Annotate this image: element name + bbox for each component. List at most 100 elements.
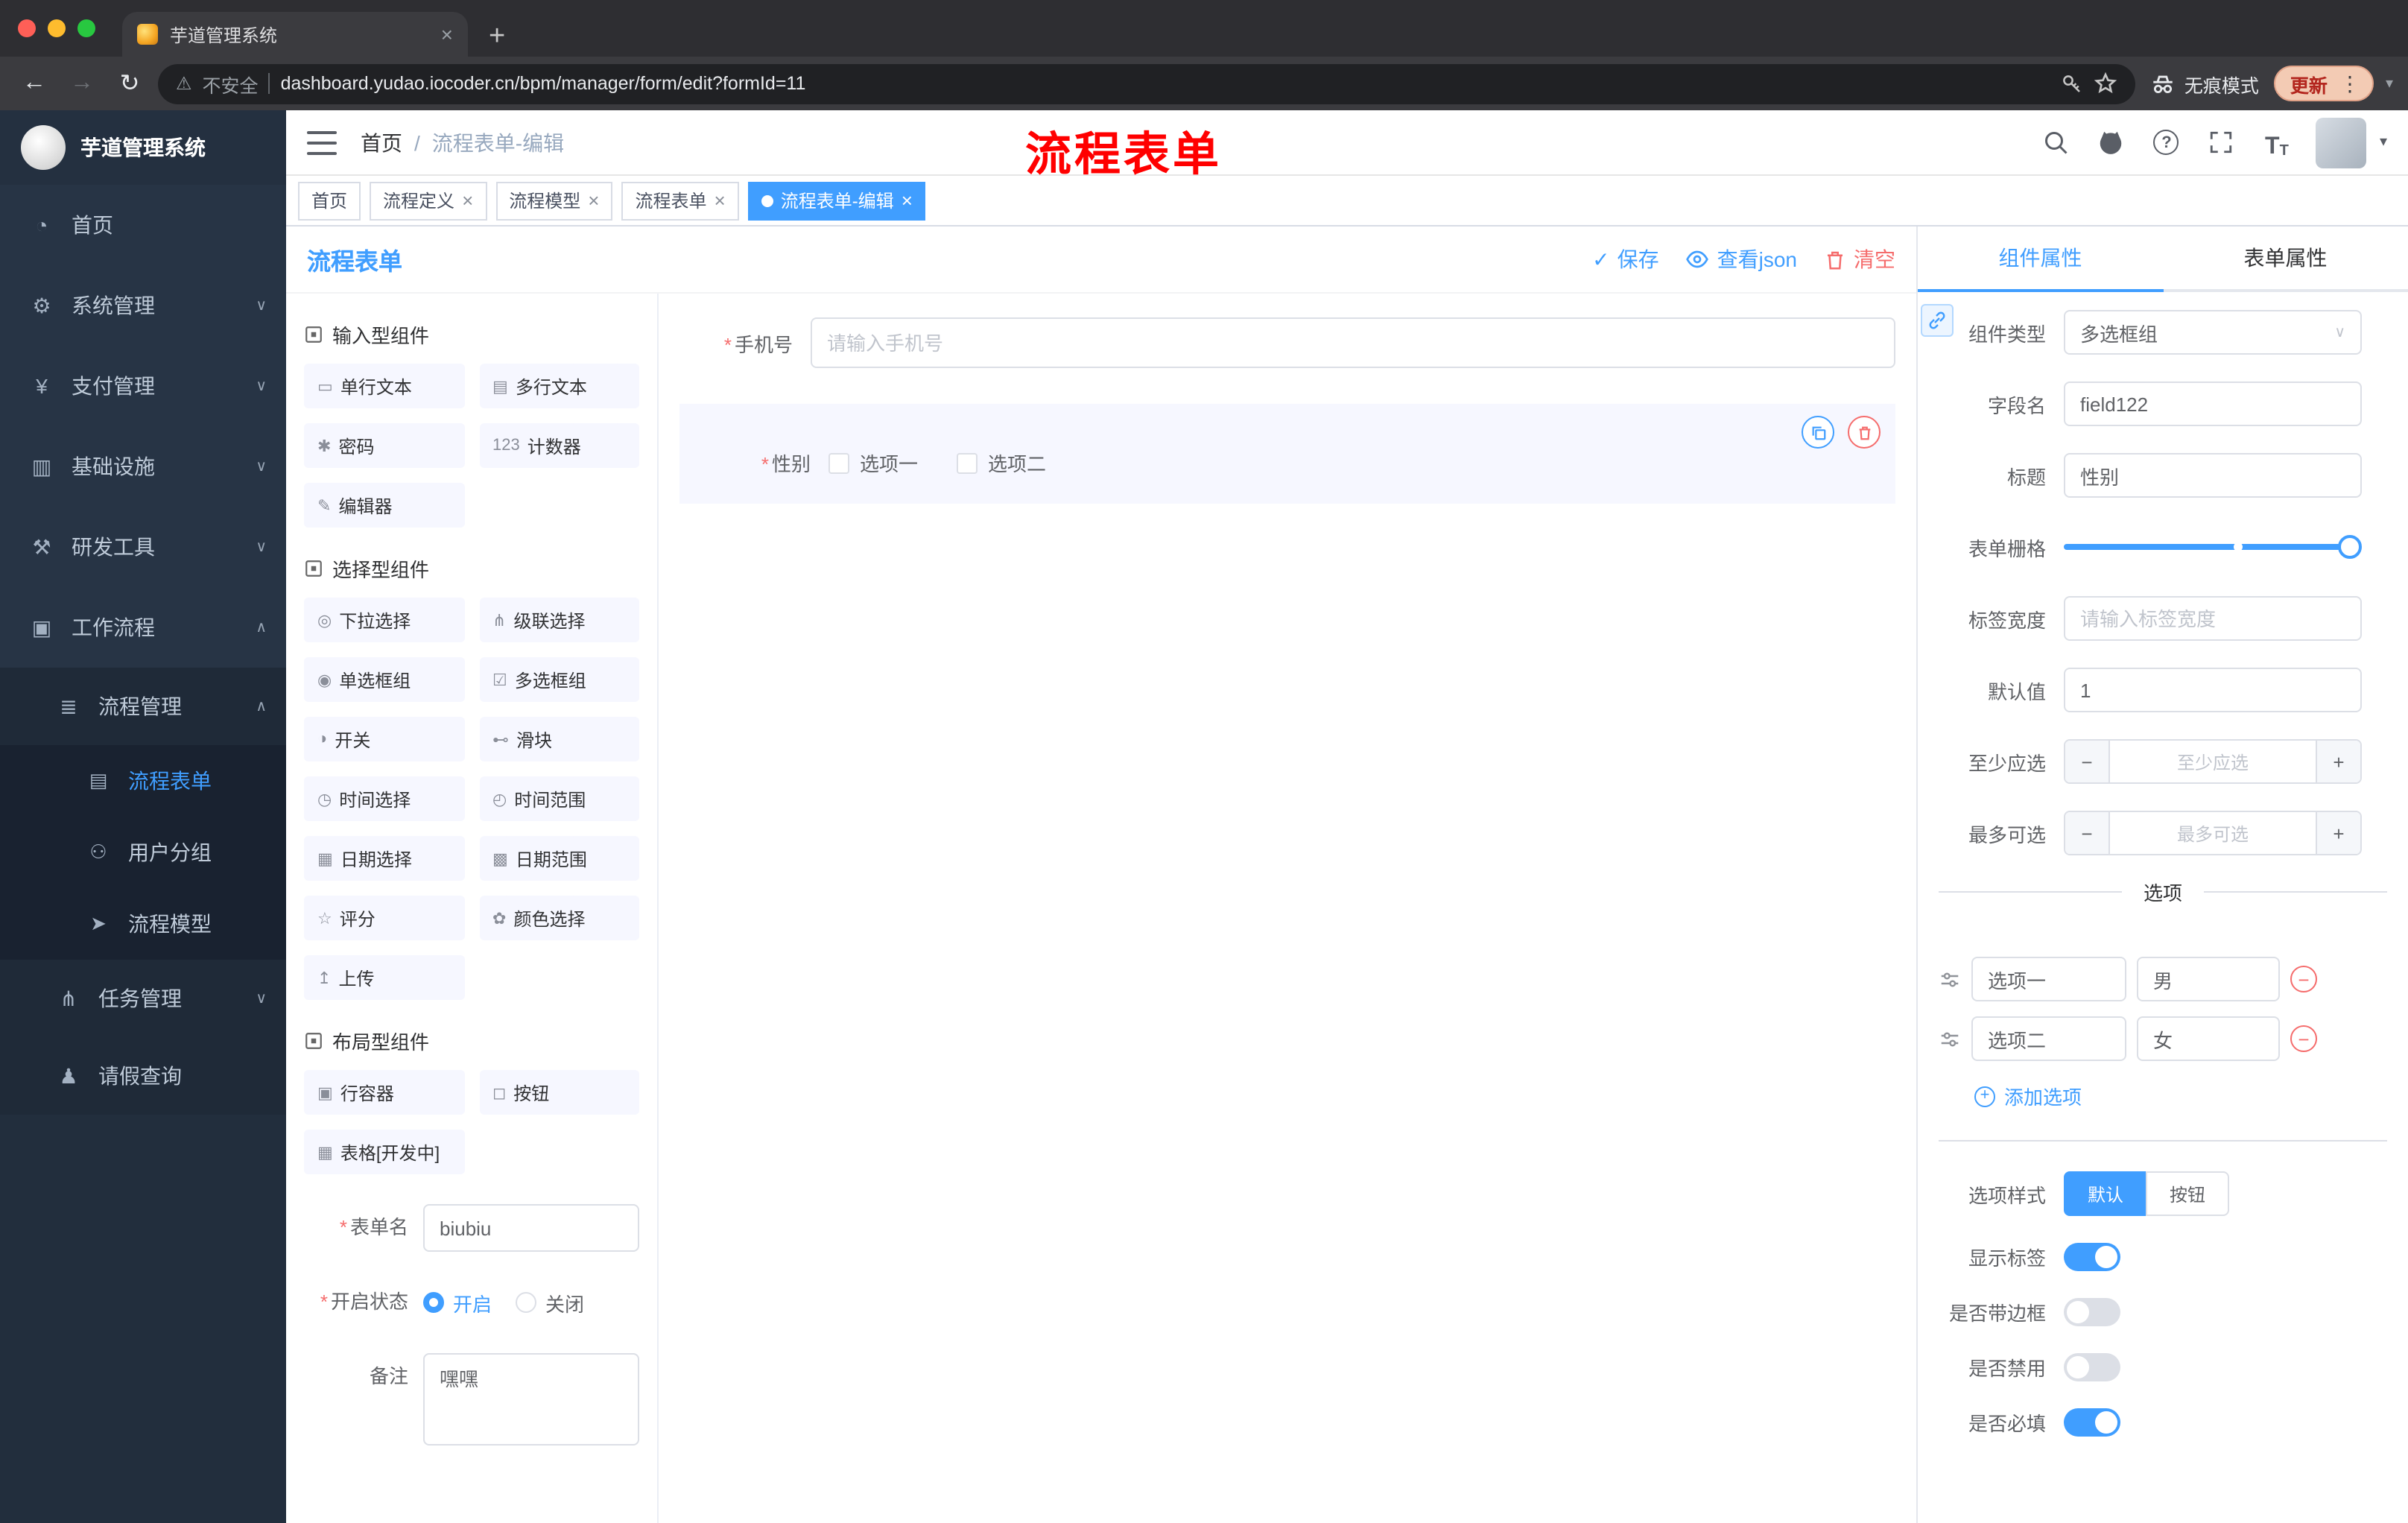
window-close-button[interactable] (18, 19, 36, 37)
reload-button[interactable]: ↻ (110, 64, 149, 103)
delete-widget-button[interactable] (1848, 416, 1881, 449)
password-key-icon[interactable] (2061, 72, 2083, 95)
status-off-radio[interactable]: 关闭 (516, 1288, 584, 1317)
sidebar-item-payment-mgmt[interactable]: ¥ 支付管理 ∨ (0, 346, 286, 426)
sidebar-item-user-group[interactable]: ⚇ 用户分组 (0, 817, 286, 888)
option-label-input[interactable] (1971, 957, 2126, 1001)
status-on-radio[interactable]: 开启 (423, 1288, 492, 1317)
tab-form-props[interactable]: 表单属性 (2163, 227, 2408, 289)
sidebar-item-task-mgmt[interactable]: ⋔ 任务管理 ∨ (0, 960, 286, 1037)
option-value-input[interactable] (2137, 1016, 2280, 1061)
sidebar-item-process-form[interactable]: ▤ 流程表单 (0, 745, 286, 817)
slider-handle[interactable] (2338, 535, 2362, 559)
component-item[interactable]: ↥ 上传 (304, 955, 464, 1000)
tag-process-definition[interactable]: 流程定义 × (370, 181, 487, 220)
view-json-button[interactable]: 查看json (1686, 244, 1797, 274)
font-size-icon[interactable]: T T (2260, 126, 2293, 159)
tag-process-form[interactable]: 流程表单 × (621, 181, 739, 220)
link-icon[interactable] (1921, 304, 1954, 337)
component-item[interactable]: ▣ 行容器 (304, 1070, 464, 1115)
grid-slider[interactable] (2064, 525, 2362, 569)
drag-handle-icon[interactable] (1939, 968, 1961, 990)
browser-tab[interactable]: 芋道管理系统 × (122, 12, 468, 57)
form-remark-textarea[interactable]: 嘿嘿 (423, 1353, 639, 1446)
component-item[interactable]: ▤ 多行文本 (479, 364, 639, 408)
increase-button[interactable]: + (2316, 741, 2360, 782)
tag-close-icon[interactable]: × (588, 189, 599, 212)
search-icon[interactable] (2040, 126, 2073, 159)
gender-option1-checkbox[interactable]: 选项一 (828, 449, 918, 477)
avatar-caret-icon[interactable]: ▾ (2380, 134, 2387, 151)
title-input[interactable] (2064, 453, 2362, 498)
option-label-input[interactable] (1971, 1016, 2126, 1061)
drag-handle-icon[interactable] (1939, 1028, 1961, 1050)
form-name-input[interactable] (423, 1204, 639, 1252)
tag-close-icon[interactable]: × (902, 189, 913, 212)
component-item[interactable]: ◻ 按钮 (479, 1070, 639, 1115)
sidebar-item-infrastructure[interactable]: ▥ 基础设施 ∨ (0, 426, 286, 507)
required-toggle[interactable] (2064, 1408, 2120, 1437)
remove-option-button[interactable]: − (2290, 966, 2317, 992)
clear-button[interactable]: 清空 (1824, 244, 1895, 274)
new-tab-button[interactable]: + (489, 22, 505, 51)
sidebar-item-process-mgmt[interactable]: ≣ 流程管理 ∧ (0, 668, 286, 745)
field-name-input[interactable] (2064, 381, 2362, 426)
component-item[interactable]: ☑ 多选框组 (479, 657, 639, 702)
github-icon[interactable] (2095, 126, 2128, 159)
increase-button[interactable]: + (2316, 812, 2360, 854)
component-item[interactable]: ▩ 日期范围 (479, 836, 639, 881)
component-item[interactable]: ⋔ 级联选择 (479, 598, 639, 642)
tab-close-icon[interactable]: × (441, 22, 453, 46)
help-icon[interactable]: ? (2150, 126, 2183, 159)
component-item[interactable]: ✱ 密码 (304, 423, 464, 468)
border-toggle[interactable] (2064, 1298, 2120, 1326)
component-item[interactable]: 123 计数器 (479, 423, 639, 468)
show-label-toggle[interactable] (2064, 1243, 2120, 1271)
sidebar-item-system-mgmt[interactable]: ⚙ 系统管理 ∨ (0, 265, 286, 346)
option-value-input[interactable] (2137, 957, 2280, 1001)
min-select-stepper[interactable]: − 至少应选 + (2064, 739, 2362, 784)
sidebar-item-leave-query[interactable]: ♟ 请假查询 (0, 1037, 286, 1115)
bookmark-star-icon[interactable] (2094, 72, 2117, 95)
window-zoom-button[interactable] (77, 19, 95, 37)
remove-option-button[interactable]: − (2290, 1025, 2317, 1052)
tag-process-model[interactable]: 流程模型 × (495, 181, 613, 220)
tab-component-props[interactable]: 组件属性 (1918, 227, 2163, 292)
back-button[interactable]: ← (15, 64, 54, 103)
update-button[interactable]: 更新 ⋮ (2273, 66, 2374, 101)
component-item[interactable]: ✿ 颜色选择 (479, 896, 639, 940)
label-width-input[interactable] (2064, 596, 2362, 641)
breadcrumb-home[interactable]: 首页 (361, 127, 402, 157)
style-button-button[interactable]: 按钮 (2146, 1171, 2230, 1216)
tag-close-icon[interactable]: × (715, 189, 726, 212)
sidebar-item-workflow[interactable]: ▣ 工作流程 ∧ (0, 587, 286, 668)
sidebar-toggle-button[interactable] (307, 130, 337, 154)
component-item[interactable]: ▦ 表格[开发中] (304, 1130, 464, 1174)
component-item[interactable]: ◷ 时间选择 (304, 776, 464, 821)
sidebar-item-home[interactable]: ◔ 首页 (0, 185, 286, 265)
component-item[interactable]: ▦ 日期选择 (304, 836, 464, 881)
tag-process-form-edit[interactable]: 流程表单-编辑 × (747, 181, 926, 220)
decrease-button[interactable]: − (2065, 812, 2110, 854)
save-button[interactable]: ✓ 保存 (1592, 244, 1658, 274)
url-bar[interactable]: ⚠ 不安全 dashboard.yudao.iocoder.cn/bpm/man… (158, 63, 2135, 104)
component-type-select[interactable]: 多选框组 ∨ (2064, 310, 2362, 355)
toolbar-chevron-icon[interactable]: ▾ (2386, 75, 2393, 92)
component-item[interactable]: ✎ 编辑器 (304, 483, 464, 528)
widget-phone[interactable]: * 手机号 (679, 317, 1895, 368)
component-item[interactable]: ◉ 单选框组 (304, 657, 464, 702)
default-value-input[interactable] (2064, 668, 2362, 712)
browser-menu-icon[interactable]: ⋮ (2333, 71, 2366, 96)
component-item[interactable]: ▭ 单行文本 (304, 364, 464, 408)
decrease-button[interactable]: − (2065, 741, 2110, 782)
component-item[interactable]: ⊷ 滑块 (479, 717, 639, 762)
avatar[interactable] (2315, 117, 2366, 168)
copy-widget-button[interactable] (1802, 416, 1834, 449)
style-default-button[interactable]: 默认 (2064, 1171, 2148, 1216)
add-option-button[interactable]: + 添加选项 (1974, 1082, 2082, 1110)
gender-option2-checkbox[interactable]: 选项二 (957, 449, 1046, 477)
fullscreen-icon[interactable] (2205, 126, 2238, 159)
tag-close-icon[interactable]: × (462, 189, 473, 212)
component-item[interactable]: ◎ 下拉选择 (304, 598, 464, 642)
window-minimize-button[interactable] (48, 19, 66, 37)
